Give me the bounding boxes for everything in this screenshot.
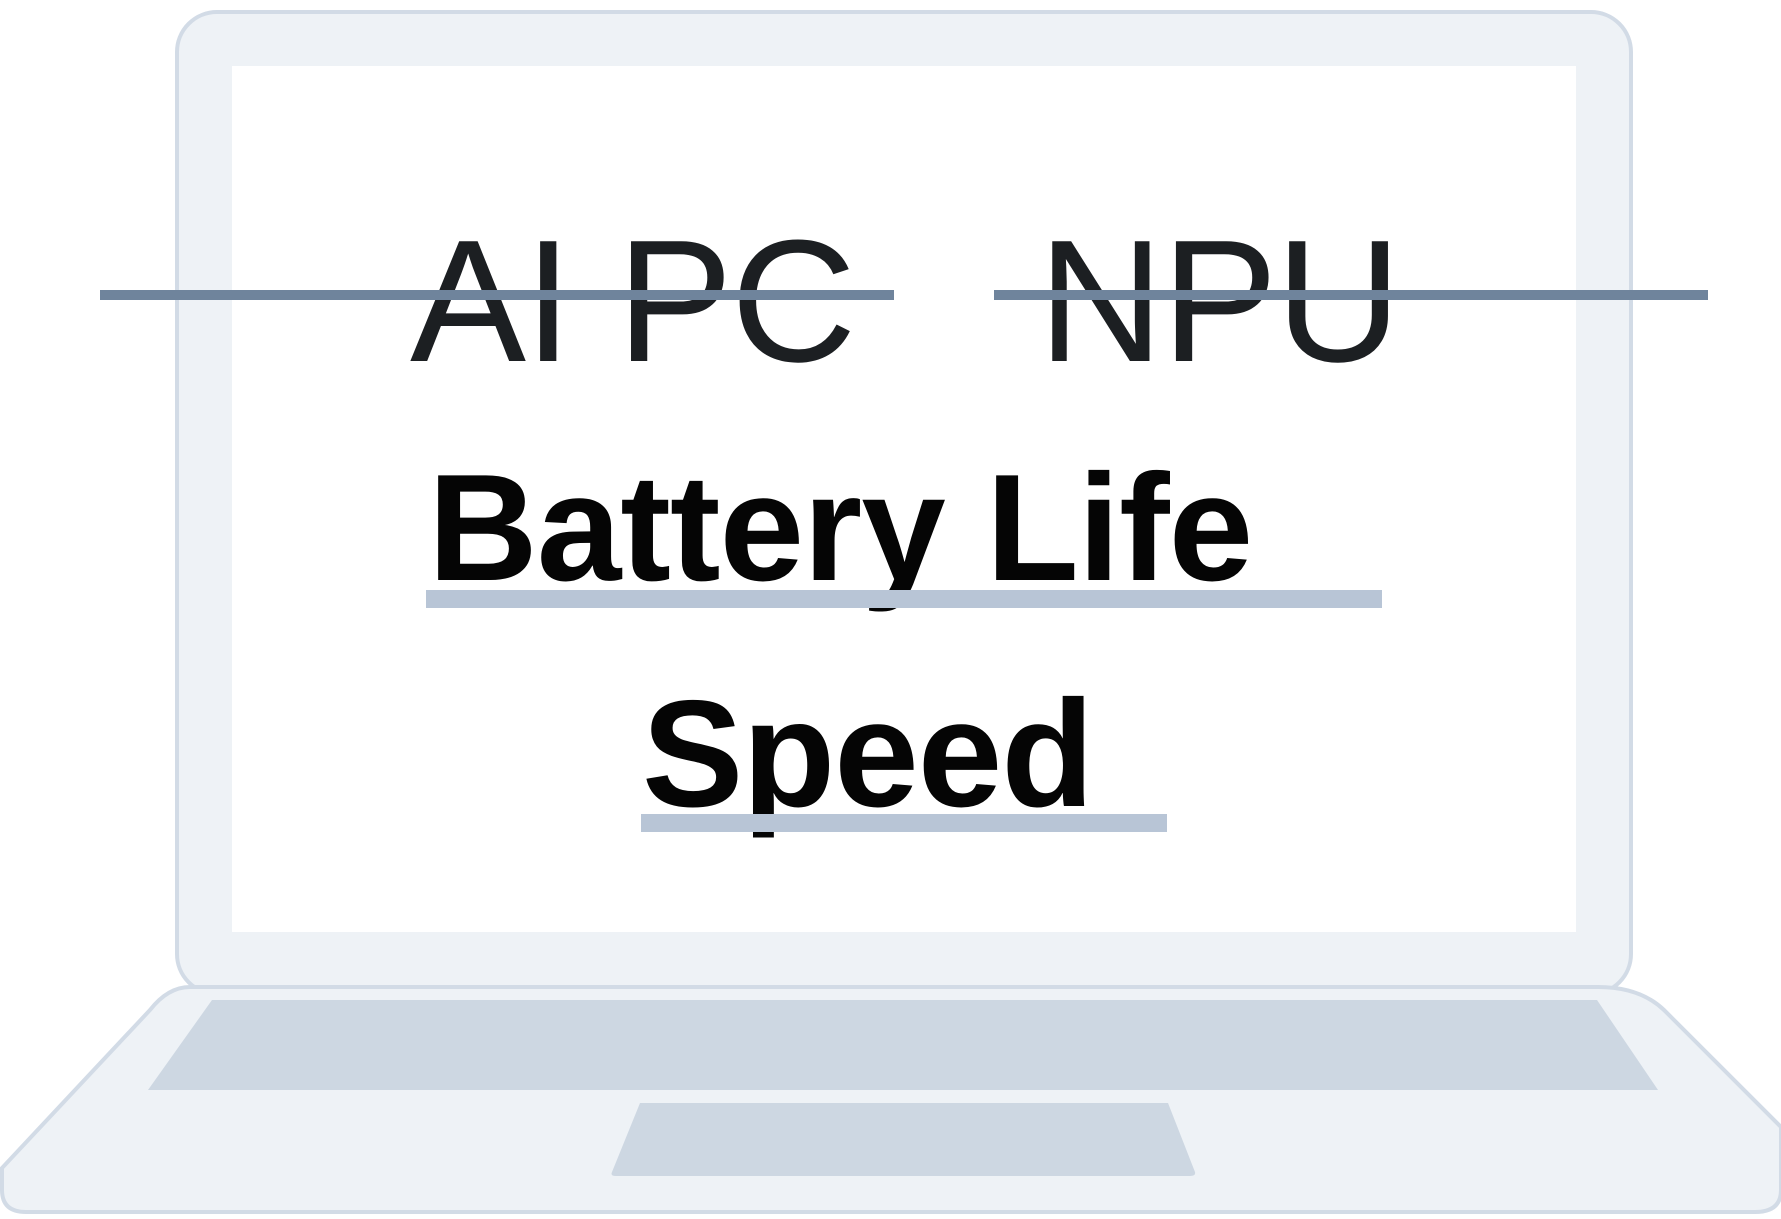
laptop-illustration: AI PC NPU Battery Life Speed xyxy=(0,0,1781,1219)
emphasized-term-speed: Speed xyxy=(642,669,1094,839)
keyboard-deck xyxy=(148,1000,1658,1090)
struck-term-ai-pc: AI PC xyxy=(410,203,856,398)
trackpad xyxy=(611,1103,1196,1176)
emphasized-term-battery-life: Battery Life xyxy=(428,443,1253,613)
strike-line-right xyxy=(994,290,1708,300)
underline-speed xyxy=(641,814,1167,832)
struck-term-npu: NPU xyxy=(1038,203,1401,398)
strike-line-left xyxy=(100,290,894,300)
underline-battery-life xyxy=(426,590,1382,608)
